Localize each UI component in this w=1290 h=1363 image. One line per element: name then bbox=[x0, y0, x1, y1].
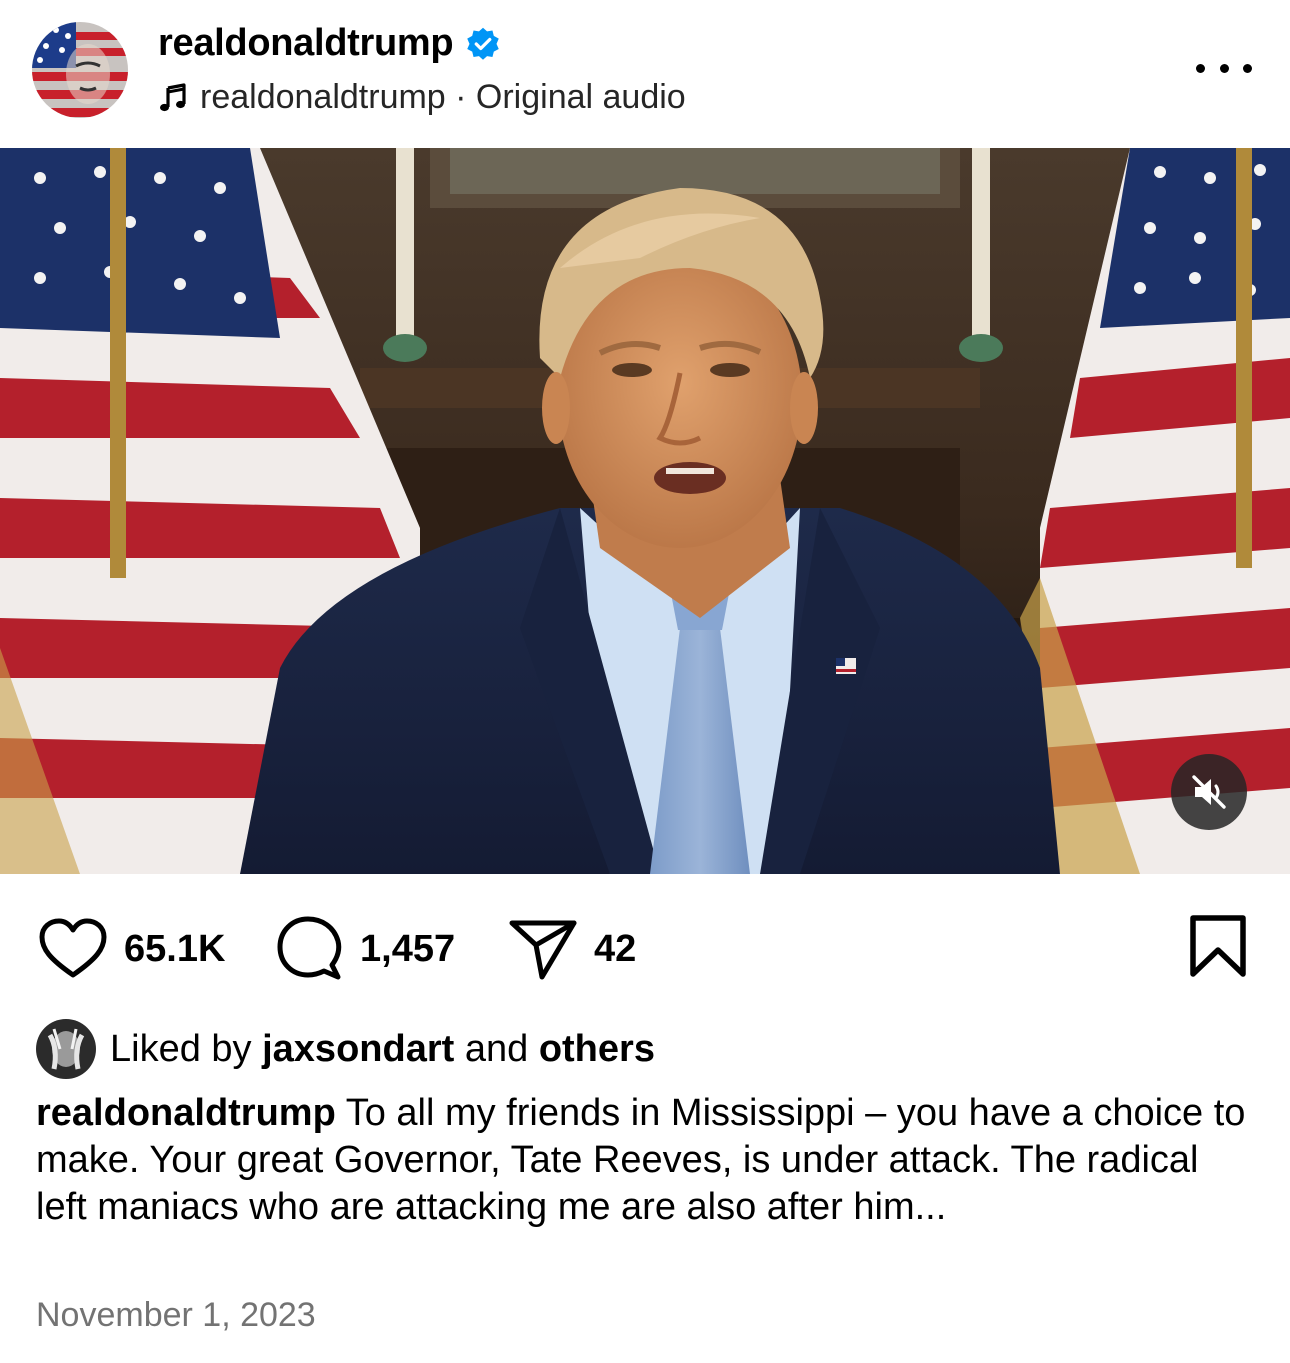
post-caption: realdonaldtrump To all my friends in Mis… bbox=[36, 1090, 1256, 1231]
comment-count: 1,457 bbox=[360, 927, 456, 970]
post-header: realdonaldtrump realdonaldtrump · Origin… bbox=[0, 0, 1290, 148]
comment-bubble-icon bbox=[277, 916, 342, 980]
video-frame-image bbox=[0, 148, 1290, 874]
share-count: 42 bbox=[594, 927, 637, 970]
liked-by-row[interactable]: Liked by jaxsondart and others bbox=[36, 1018, 655, 1080]
music-note-icon bbox=[160, 82, 186, 111]
profile-avatar[interactable] bbox=[32, 22, 128, 118]
share-button[interactable]: 42 bbox=[508, 914, 636, 984]
heart-icon bbox=[39, 918, 107, 978]
bookmark-icon[interactable] bbox=[1188, 914, 1248, 978]
like-button[interactable]: 65.1K bbox=[38, 914, 225, 984]
send-icon bbox=[509, 920, 577, 980]
like-count: 65.1K bbox=[124, 927, 226, 970]
liker-avatar[interactable] bbox=[36, 1019, 96, 1079]
avatar-image bbox=[32, 22, 128, 118]
caption-author[interactable]: realdonaldtrump bbox=[36, 1092, 336, 1134]
liker-avatar-image bbox=[36, 1019, 96, 1079]
mute-toggle-button[interactable] bbox=[1171, 754, 1247, 830]
audio-attribution[interactable]: realdonaldtrump · Original audio bbox=[158, 78, 686, 117]
verified-badge-icon bbox=[467, 27, 500, 60]
post-video[interactable] bbox=[0, 148, 1290, 874]
audio-text: realdonaldtrump · Original audio bbox=[200, 78, 686, 116]
muted-speaker-icon bbox=[1192, 775, 1226, 809]
liker-username[interactable]: jaxsondart bbox=[262, 1028, 454, 1070]
liked-by-others[interactable]: others bbox=[539, 1028, 655, 1070]
more-options-icon[interactable] bbox=[1196, 56, 1252, 80]
username-text[interactable]: realdonaldtrump bbox=[158, 22, 454, 65]
post-username[interactable]: realdonaldtrump bbox=[158, 22, 501, 65]
comment-button[interactable]: 1,457 bbox=[276, 914, 455, 984]
post-timestamp: November 1, 2023 bbox=[36, 1296, 316, 1334]
post-actions: 65.1K 1,457 42 bbox=[0, 874, 1290, 1014]
liked-by-text: Liked by jaxsondart and others bbox=[110, 1027, 655, 1070]
